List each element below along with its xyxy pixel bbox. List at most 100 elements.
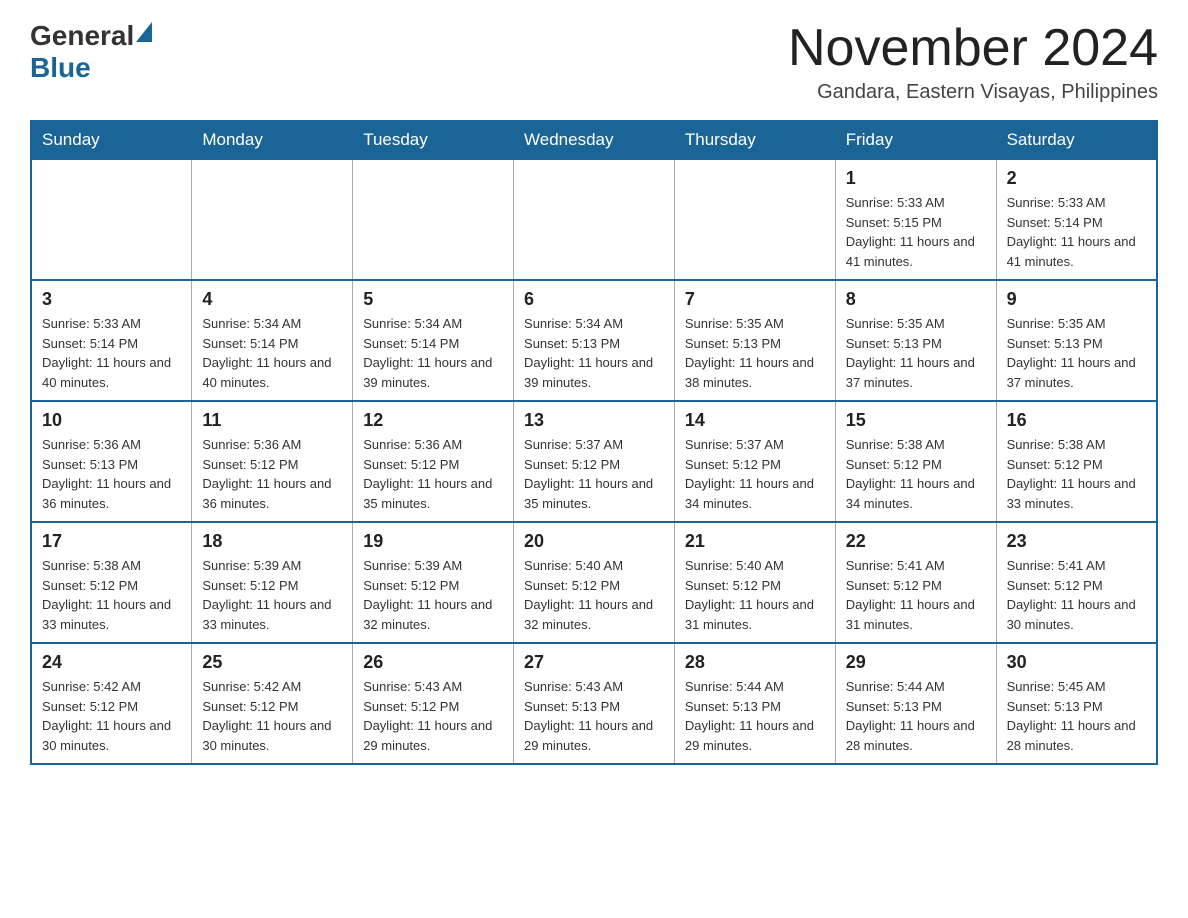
title-section: November 2024 Gandara, Eastern Visayas, … — [788, 20, 1158, 104]
day-number: 21 — [685, 531, 825, 552]
calendar-day-header: Friday — [835, 121, 996, 159]
day-number: 28 — [685, 652, 825, 673]
calendar-cell: 12 Sunrise: 5:36 AMSunset: 5:12 PMDayligh… — [353, 401, 514, 522]
calendar-day-header: Saturday — [996, 121, 1157, 159]
day-info: Sunrise: 5:38 AMSunset: 5:12 PMDaylight:… — [846, 435, 986, 513]
day-number: 6 — [524, 289, 664, 310]
calendar-cell: 18 Sunrise: 5:39 AMSunset: 5:12 PMDayligh… — [192, 522, 353, 643]
day-number: 18 — [202, 531, 342, 552]
day-info: Sunrise: 5:33 AMSunset: 5:14 PMDaylight:… — [1007, 193, 1146, 271]
day-number: 1 — [846, 168, 986, 189]
day-info: Sunrise: 5:40 AMSunset: 5:12 PMDaylight:… — [524, 556, 664, 634]
calendar-cell: 22 Sunrise: 5:41 AMSunset: 5:12 PMDayligh… — [835, 522, 996, 643]
calendar-day-header: Thursday — [674, 121, 835, 159]
calendar-cell: 17Sunrise: 5:38 AMSunset: 5:12 PMDayligh… — [31, 522, 192, 643]
calendar-cell — [674, 159, 835, 280]
day-info: Sunrise: 5:40 AMSunset: 5:12 PMDaylight:… — [685, 556, 825, 634]
day-info: Sunrise: 5:36 AMSunset: 5:13 PMDaylight:… — [42, 435, 181, 513]
logo-general-text: General — [30, 20, 134, 52]
calendar-day-header: Monday — [192, 121, 353, 159]
day-number: 30 — [1007, 652, 1146, 673]
day-number: 19 — [363, 531, 503, 552]
calendar-cell: 21 Sunrise: 5:40 AMSunset: 5:12 PMDayligh… — [674, 522, 835, 643]
calendar-week-row: 17Sunrise: 5:38 AMSunset: 5:12 PMDayligh… — [31, 522, 1157, 643]
day-info: Sunrise: 5:34 AMSunset: 5:14 PMDaylight:… — [363, 314, 503, 392]
day-info: Sunrise: 5:45 AMSunset: 5:13 PMDaylight:… — [1007, 677, 1146, 755]
logo: General Blue — [30, 20, 154, 84]
day-number: 10 — [42, 410, 181, 431]
day-number: 7 — [685, 289, 825, 310]
day-info: Sunrise: 5:43 AMSunset: 5:13 PMDaylight:… — [524, 677, 664, 755]
day-info: Sunrise: 5:39 AMSunset: 5:12 PMDaylight:… — [363, 556, 503, 634]
logo-arrow-icon — [136, 22, 152, 42]
calendar-day-header: Tuesday — [353, 121, 514, 159]
day-number: 23 — [1007, 531, 1146, 552]
day-info: Sunrise: 5:39 AMSunset: 5:12 PMDaylight:… — [202, 556, 342, 634]
day-number: 9 — [1007, 289, 1146, 310]
calendar-cell — [514, 159, 675, 280]
day-number: 12 — [363, 410, 503, 431]
page-header: General Blue November 2024 Gandara, East… — [30, 20, 1158, 104]
calendar-cell: 25 Sunrise: 5:42 AMSunset: 5:12 PMDayligh… — [192, 643, 353, 764]
calendar-cell: 27 Sunrise: 5:43 AMSunset: 5:13 PMDayligh… — [514, 643, 675, 764]
day-number: 27 — [524, 652, 664, 673]
calendar-cell: 3 Sunrise: 5:33 AMSunset: 5:14 PMDaylight… — [31, 280, 192, 401]
day-info: Sunrise: 5:34 AMSunset: 5:13 PMDaylight:… — [524, 314, 664, 392]
day-info: Sunrise: 5:33 AMSunset: 5:15 PMDaylight:… — [846, 193, 986, 271]
calendar-cell: 16 Sunrise: 5:38 AMSunset: 5:12 PMDayligh… — [996, 401, 1157, 522]
calendar-week-row: 1 Sunrise: 5:33 AMSunset: 5:15 PMDaylight… — [31, 159, 1157, 280]
calendar-cell: 14Sunrise: 5:37 AMSunset: 5:12 PMDayligh… — [674, 401, 835, 522]
day-number: 3 — [42, 289, 181, 310]
month-title: November 2024 — [788, 20, 1158, 77]
calendar-cell: 2 Sunrise: 5:33 AMSunset: 5:14 PMDaylight… — [996, 159, 1157, 280]
calendar-cell: 6 Sunrise: 5:34 AMSunset: 5:13 PMDaylight… — [514, 280, 675, 401]
calendar-week-row: 10 Sunrise: 5:36 AMSunset: 5:13 PMDayligh… — [31, 401, 1157, 522]
day-info: Sunrise: 5:43 AMSunset: 5:12 PMDaylight:… — [363, 677, 503, 755]
calendar-cell — [31, 159, 192, 280]
calendar-cell: 9 Sunrise: 5:35 AMSunset: 5:13 PMDaylight… — [996, 280, 1157, 401]
day-number: 26 — [363, 652, 503, 673]
day-number: 22 — [846, 531, 986, 552]
calendar-cell: 15 Sunrise: 5:38 AMSunset: 5:12 PMDayligh… — [835, 401, 996, 522]
calendar-cell — [353, 159, 514, 280]
day-number: 25 — [202, 652, 342, 673]
day-info: Sunrise: 5:35 AMSunset: 5:13 PMDaylight:… — [685, 314, 825, 392]
day-info: Sunrise: 5:38 AMSunset: 5:12 PMDaylight:… — [1007, 435, 1146, 513]
calendar-cell: 28 Sunrise: 5:44 AMSunset: 5:13 PMDayligh… — [674, 643, 835, 764]
day-info: Sunrise: 5:36 AMSunset: 5:12 PMDaylight:… — [363, 435, 503, 513]
calendar-cell: 19 Sunrise: 5:39 AMSunset: 5:12 PMDayligh… — [353, 522, 514, 643]
day-info: Sunrise: 5:35 AMSunset: 5:13 PMDaylight:… — [1007, 314, 1146, 392]
day-number: 5 — [363, 289, 503, 310]
day-number: 24 — [42, 652, 181, 673]
day-number: 17 — [42, 531, 181, 552]
calendar-cell: 20 Sunrise: 5:40 AMSunset: 5:12 PMDayligh… — [514, 522, 675, 643]
calendar-table: SundayMondayTuesdayWednesdayThursdayFrid… — [30, 120, 1158, 765]
day-info: Sunrise: 5:42 AMSunset: 5:12 PMDaylight:… — [202, 677, 342, 755]
day-number: 8 — [846, 289, 986, 310]
day-info: Sunrise: 5:33 AMSunset: 5:14 PMDaylight:… — [42, 314, 181, 392]
day-number: 15 — [846, 410, 986, 431]
day-info: Sunrise: 5:36 AMSunset: 5:12 PMDaylight:… — [202, 435, 342, 513]
calendar-week-row: 3 Sunrise: 5:33 AMSunset: 5:14 PMDaylight… — [31, 280, 1157, 401]
day-info: Sunrise: 5:35 AMSunset: 5:13 PMDaylight:… — [846, 314, 986, 392]
calendar-cell — [192, 159, 353, 280]
calendar-cell: 7 Sunrise: 5:35 AMSunset: 5:13 PMDaylight… — [674, 280, 835, 401]
day-number: 20 — [524, 531, 664, 552]
day-number: 16 — [1007, 410, 1146, 431]
calendar-day-header: Sunday — [31, 121, 192, 159]
day-number: 11 — [202, 410, 342, 431]
day-info: Sunrise: 5:44 AMSunset: 5:13 PMDaylight:… — [685, 677, 825, 755]
calendar-header-row: SundayMondayTuesdayWednesdayThursdayFrid… — [31, 121, 1157, 159]
day-number: 29 — [846, 652, 986, 673]
calendar-cell: 8 Sunrise: 5:35 AMSunset: 5:13 PMDaylight… — [835, 280, 996, 401]
day-number: 14 — [685, 410, 825, 431]
calendar-week-row: 24 Sunrise: 5:42 AMSunset: 5:12 PMDayligh… — [31, 643, 1157, 764]
calendar-cell: 1 Sunrise: 5:33 AMSunset: 5:15 PMDaylight… — [835, 159, 996, 280]
day-info: Sunrise: 5:41 AMSunset: 5:12 PMDaylight:… — [846, 556, 986, 634]
day-info: Sunrise: 5:34 AMSunset: 5:14 PMDaylight:… — [202, 314, 342, 392]
calendar-day-header: Wednesday — [514, 121, 675, 159]
day-number: 2 — [1007, 168, 1146, 189]
day-info: Sunrise: 5:37 AMSunset: 5:12 PMDaylight:… — [524, 435, 664, 513]
calendar-cell: 10 Sunrise: 5:36 AMSunset: 5:13 PMDayligh… — [31, 401, 192, 522]
calendar-cell: 29Sunrise: 5:44 AMSunset: 5:13 PMDayligh… — [835, 643, 996, 764]
